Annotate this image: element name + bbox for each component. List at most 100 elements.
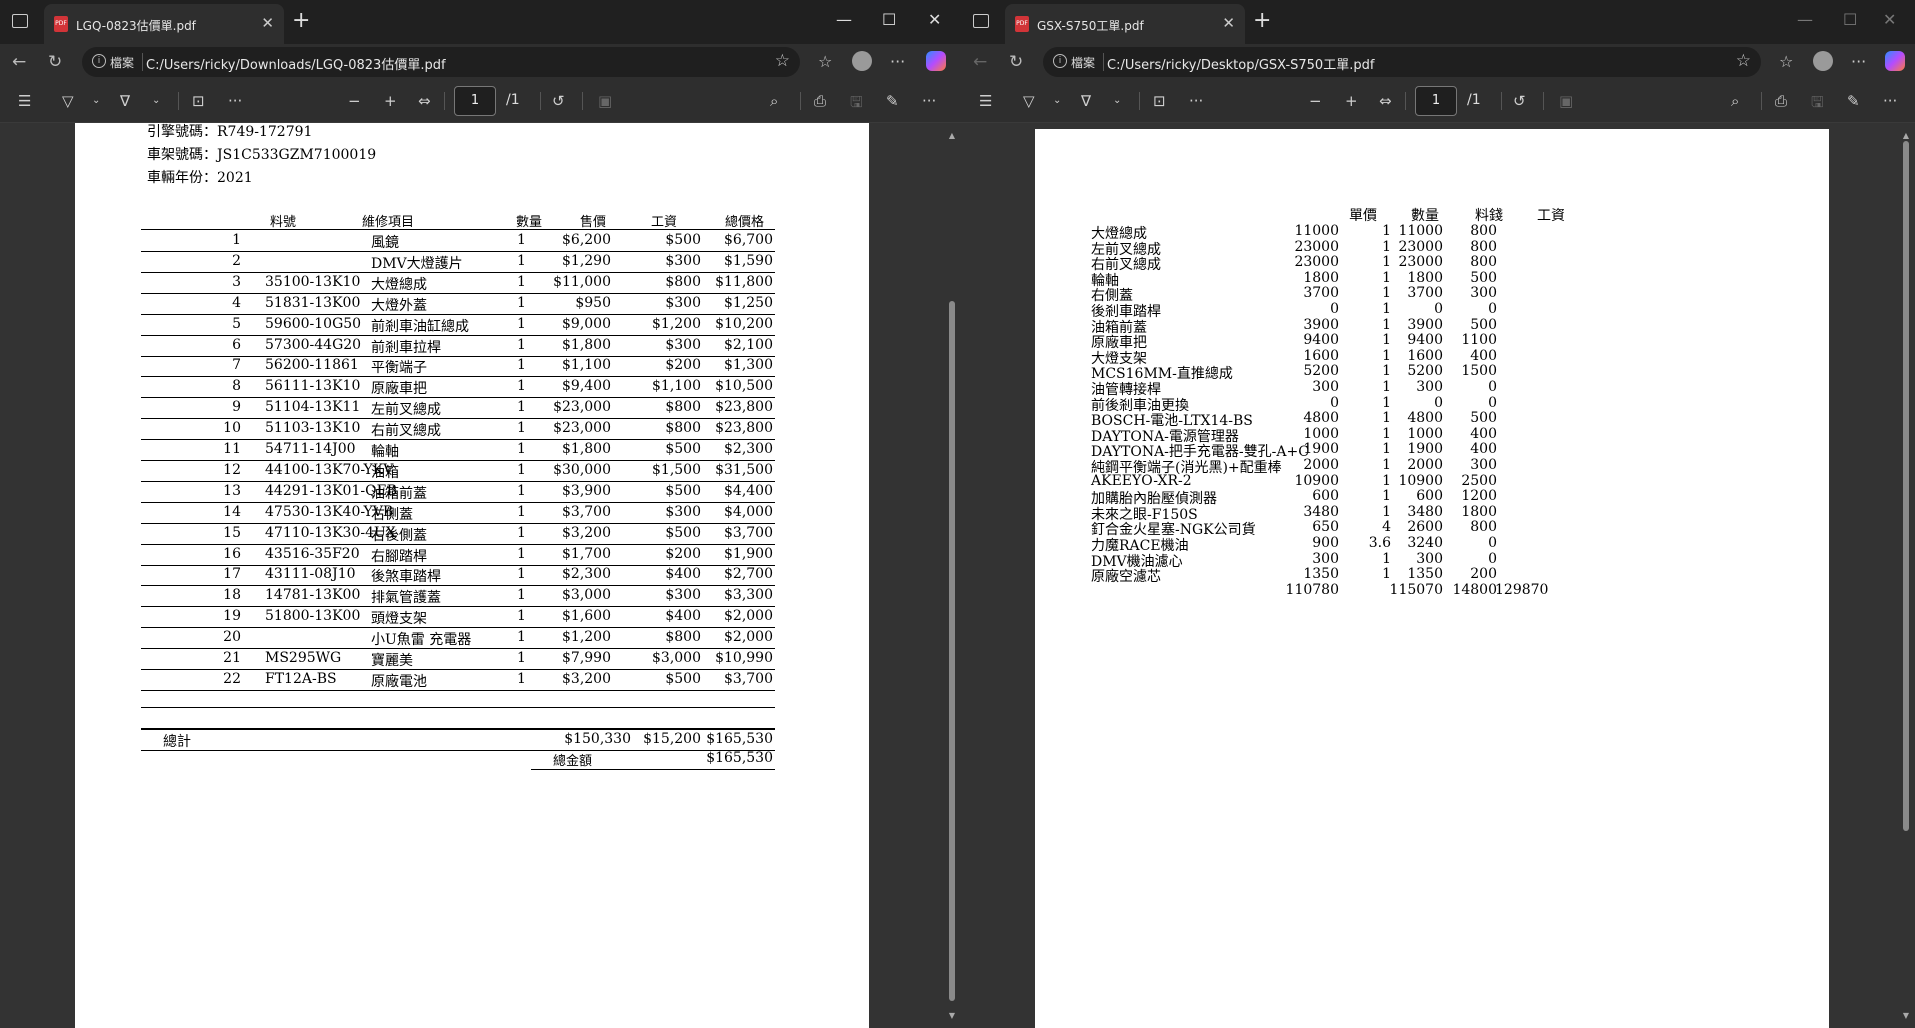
zoom-in-icon[interactable]: + — [1345, 92, 1358, 110]
chevron-down-icon[interactable]: ⌄ — [152, 95, 160, 106]
minimize-icon[interactable]: — — [836, 10, 852, 29]
search-icon[interactable]: ⌕ — [770, 92, 778, 110]
unit-price: 3900 — [1303, 316, 1339, 333]
search-icon[interactable]: ⌕ — [1731, 92, 1739, 110]
close-window-icon[interactable]: ✕ — [928, 10, 941, 29]
pdf-viewer[interactable]: 單價 數量 料錢 工資 大燈總成 11000 1 11000 800 左前叉總成 23000… — [961, 123, 1915, 1028]
repair-item: 右前叉總成 — [371, 423, 441, 440]
left-browser-window: PDF LGQ-0823估價單.pdf ✕ + — ☐ ✕ ← ↻ i 檔案 C… — [0, 0, 962, 1028]
more-icon[interactable]: ··· — [922, 92, 936, 110]
rotate-icon[interactable]: ↺ — [1513, 92, 1526, 110]
labor-cost: $300 — [665, 587, 701, 604]
refresh-icon[interactable]: ↻ — [48, 52, 62, 72]
more-icon[interactable]: ··· — [228, 92, 242, 110]
sidebar-icon[interactable] — [12, 14, 28, 28]
save-as-icon[interactable]: ✎ — [886, 92, 899, 110]
maximize-icon[interactable]: ☐ — [1843, 10, 1857, 29]
scrollbar[interactable]: ▲ ▼ — [1901, 131, 1911, 1020]
table-row: 4 51831-13K00 大燈外蓋 1 $950 $300 $1,250 — [141, 294, 775, 315]
print-icon[interactable]: ⎙ — [814, 92, 826, 110]
scroll-thumb[interactable] — [949, 301, 955, 1001]
tab-gsx-s750[interactable]: PDF GSX-S750工單.pdf ✕ — [1005, 4, 1245, 44]
pdf-viewer[interactable]: 引擎號碼：R749-172791 車架號碼：JS1C533GZM7100019 … — [0, 123, 961, 1028]
more-icon[interactable]: ··· — [1189, 92, 1203, 110]
unit-price: $2,300 — [562, 566, 611, 583]
plus-icon[interactable]: + — [292, 8, 310, 33]
more-icon[interactable]: ··· — [1851, 52, 1866, 71]
toolbar-separator — [1761, 92, 1762, 110]
url-text[interactable]: C:/Users/ricky/Desktop/GSX-S750工單.pdf — [1107, 54, 1374, 73]
repair-item: 左前叉總成 — [371, 402, 441, 419]
page-number-input[interactable]: 1 — [454, 86, 496, 116]
rule — [531, 769, 775, 770]
sidebar-icon[interactable] — [973, 14, 989, 28]
favorites-icon[interactable]: ☆ — [818, 52, 832, 71]
chevron-down-icon[interactable]: ⌄ — [92, 95, 100, 106]
contents-icon[interactable]: ☰ — [979, 92, 992, 110]
close-icon[interactable]: ✕ — [1222, 14, 1235, 32]
more-icon[interactable]: ··· — [890, 52, 905, 71]
rule — [141, 729, 775, 730]
draw-icon[interactable]: ∇ — [120, 92, 130, 110]
save-icon[interactable]: 🖫 — [1811, 92, 1824, 117]
back-icon[interactable]: ← — [973, 52, 987, 72]
info-icon[interactable]: i — [1053, 54, 1067, 68]
page-number-input[interactable]: 1 — [1415, 86, 1457, 116]
contents-icon[interactable]: ☰ — [18, 92, 31, 110]
save-as-icon[interactable]: ✎ — [1847, 92, 1860, 110]
text-icon[interactable]: ⊡ — [1153, 92, 1166, 110]
highlight-icon[interactable]: ▽ — [62, 92, 74, 110]
copilot-icon[interactable] — [926, 51, 946, 71]
plus-icon[interactable]: + — [1253, 8, 1271, 33]
unit-price: 1900 — [1303, 441, 1339, 458]
more-icon[interactable]: ··· — [1883, 92, 1897, 110]
profile-icon[interactable] — [852, 51, 872, 71]
minimize-icon[interactable]: — — [1797, 10, 1813, 29]
fit-icon[interactable]: ⇔ — [418, 92, 431, 110]
scroll-down-icon[interactable]: ▼ — [1901, 1011, 1911, 1020]
scroll-up-icon[interactable]: ▲ — [947, 131, 957, 140]
refresh-icon[interactable]: ↻ — [1009, 52, 1023, 72]
rotate-icon[interactable]: ↺ — [552, 92, 565, 110]
star-icon[interactable]: ☆ — [1736, 51, 1751, 71]
scroll-down-icon[interactable]: ▼ — [947, 1011, 957, 1020]
save-icon[interactable]: 🖫 — [850, 92, 863, 117]
info-icon[interactable]: i — [92, 54, 106, 68]
text-icon[interactable]: ⊡ — [192, 92, 205, 110]
highlight-icon[interactable]: ▽ — [1023, 92, 1035, 110]
labor-cost: 0 — [1488, 550, 1497, 567]
two-page-icon[interactable]: ▣ — [1559, 92, 1573, 110]
table-row: 9 51104-13K11 左前叉總成 1 $23,000 $800 $23,800 — [141, 398, 775, 420]
zoom-out-icon[interactable]: − — [348, 92, 361, 110]
copilot-icon[interactable] — [1885, 51, 1905, 71]
row-total: $1,590 — [724, 252, 773, 269]
close-window-icon[interactable]: ✕ — [1883, 10, 1896, 29]
address-bar[interactable]: i 檔案 C:/Users/ricky/Desktop/GSX-S750工單.p… — [1043, 47, 1761, 77]
labor-cost: $1,500 — [652, 461, 701, 478]
tab-lgq-0823[interactable]: PDF LGQ-0823估價單.pdf ✕ — [44, 4, 284, 44]
profile-icon[interactable] — [1813, 51, 1833, 71]
scrollbar[interactable]: ▲ ▼ — [947, 131, 957, 1020]
unit-price: 3700 — [1303, 285, 1339, 302]
favorites-icon[interactable]: ☆ — [1779, 52, 1793, 71]
fit-icon[interactable]: ⇔ — [1379, 92, 1392, 110]
maximize-icon[interactable]: ☐ — [882, 10, 896, 29]
two-page-icon[interactable]: ▣ — [598, 92, 612, 110]
material-cost: 9400 — [1407, 332, 1443, 349]
material-cost: 5200 — [1407, 363, 1443, 380]
close-icon[interactable]: ✕ — [261, 14, 274, 32]
chevron-down-icon[interactable]: ⌄ — [1113, 95, 1121, 106]
zoom-in-icon[interactable]: + — [384, 92, 397, 110]
chevron-down-icon[interactable]: ⌄ — [1053, 95, 1061, 106]
address-bar[interactable]: i 檔案 C:/Users/ricky/Downloads/LGQ-0823估價… — [82, 47, 800, 77]
back-icon[interactable]: ← — [12, 52, 26, 72]
scroll-up-icon[interactable]: ▲ — [1901, 131, 1911, 140]
repair-item: 前剎車油缸總成 — [371, 318, 469, 335]
url-text[interactable]: C:/Users/ricky/Downloads/LGQ-0823估價單.pdf — [146, 54, 446, 73]
scroll-thumb[interactable] — [1903, 141, 1909, 831]
zoom-out-icon[interactable]: − — [1309, 92, 1322, 110]
star-icon[interactable]: ☆ — [775, 51, 790, 71]
draw-icon[interactable]: ∇ — [1081, 92, 1091, 110]
print-icon[interactable]: ⎙ — [1775, 92, 1787, 110]
material-cost: 2000 — [1407, 457, 1443, 473]
